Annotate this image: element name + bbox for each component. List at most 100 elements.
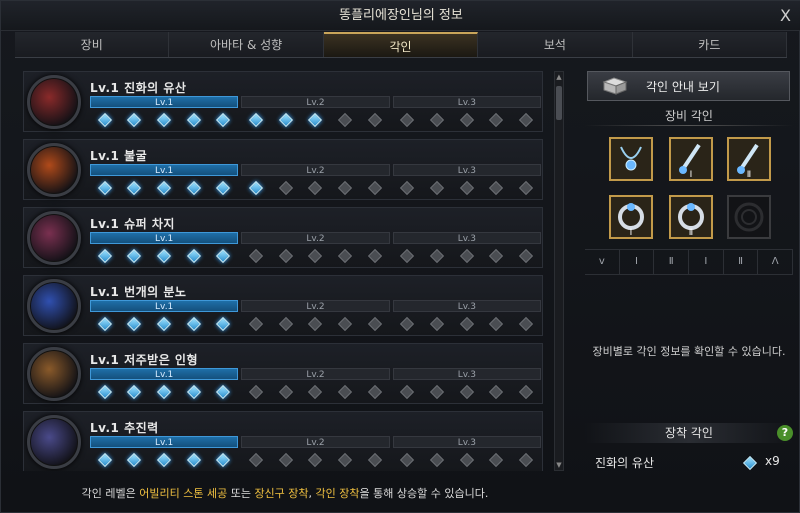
node-inactive-icon [459,112,474,128]
attached-engraving-title: 장착 각인 [585,423,793,443]
node-inactive-icon [489,248,504,264]
node-inactive-icon [249,384,264,400]
slot-ring-1[interactable]: Ⅰ [609,195,653,239]
node-active-icon [97,316,112,332]
node-inactive-icon [249,452,264,468]
node-inactive-icon [400,112,415,128]
node-active-icon [157,452,172,468]
level-segment: Lv.2 [241,300,390,312]
slot-ring-2[interactable]: Ⅱ [669,195,713,239]
necklace-icon [620,146,642,171]
node-inactive-icon [489,316,504,332]
node-inactive-icon [519,384,534,400]
node-active-icon [216,384,231,400]
level-segment: Lv.1 [90,96,239,108]
engraving-card[interactable]: Lv.1 추진력 Lv.1 Lv.2 Lv.3 [23,411,543,471]
node-inactive-icon [430,112,445,128]
engraving-nodes [90,316,543,332]
node-active-icon [186,316,201,332]
close-button[interactable]: X [780,1,791,31]
node-inactive-icon [400,180,415,196]
level-segment: Lv.3 [392,368,541,380]
engraving-card[interactable]: Lv.1 저주받은 인형 Lv.1 Lv.2 Lv.3 [23,343,543,404]
scroll-down-icon[interactable]: ▼ [555,460,563,470]
engraving-orb-icon [27,143,81,197]
engraving-card[interactable]: Lv.1 번개의 분노 Lv.1 Lv.2 Lv.3 [23,275,543,336]
engraving-orb-icon [27,415,81,469]
node-inactive-icon [278,452,293,468]
node-inactive-icon [367,384,382,400]
slot-necklace[interactable] [609,137,653,181]
footer-hint: 각인 레벨은 어빌리티 스톤 세공 또는 장신구 장착, 각인 장착을 통해 상… [1,485,569,501]
earring-icon: Ⅱ [737,143,759,180]
necklace-type-icon: ⅴ [585,250,620,274]
footer-highlight-equip: 각인 장착 [315,487,360,500]
title-bar: 똥플리에장인님의 정보 X [1,1,800,31]
engraving-card[interactable]: Lv.1 진화의 유산 Lv.1 Lv.2 Lv.3 [23,71,543,132]
scroll-thumb[interactable] [556,86,562,120]
node-active-icon [127,316,142,332]
tab-avatar[interactable]: 아바타 & 성향 [169,32,324,57]
stone-placeholder-icon [734,202,764,232]
level-segment: Lv.2 [241,164,390,176]
guide-label: 각인 안내 보기 [646,80,720,94]
help-icon[interactable]: ? [777,425,793,441]
ring-icon: Ⅰ [618,203,644,238]
node-inactive-icon [278,180,293,196]
node-inactive-icon [489,112,504,128]
node-active-icon [157,248,172,264]
node-active-icon [97,248,112,264]
attached-engraving-name: 진화의 유산 [595,456,655,470]
tab-equipment[interactable]: 장비 [15,32,170,57]
node-active-icon [127,248,142,264]
node-active-icon [157,112,172,128]
level-segment: Lv.2 [241,436,390,448]
node-inactive-icon [338,248,353,264]
node-active-icon [186,112,201,128]
level-segment: Lv.1 [90,164,239,176]
tab-gem[interactable]: 보석 [478,32,633,57]
engraving-guide-button[interactable]: 각인 안내 보기 [587,71,790,101]
level-segment: Lv.3 [392,232,541,244]
window-title: 똥플리에장인님의 정보 [339,8,463,23]
node-active-icon [249,180,264,196]
slot-ability-stone[interactable] [727,195,771,239]
node-inactive-icon [459,384,474,400]
level-segment: Lv.2 [241,96,390,108]
node-active-icon [186,180,201,196]
slot-type-row: ⅴ Ⅰ Ⅱ Ⅰ Ⅱ Λ [585,249,794,275]
footer-text-2: 또는 [227,487,255,500]
scroll-up-icon[interactable]: ▲ [555,72,563,82]
engraving-name: Lv.1 저주받은 인형 [90,353,198,367]
scrollbar[interactable]: ▲ ▼ [554,71,564,471]
node-inactive-icon [338,112,353,128]
level-segment: Lv.2 [241,368,390,380]
node-active-icon [97,180,112,196]
node-active-icon [249,112,264,128]
stone-type-icon: Λ [758,250,794,274]
engraving-name: Lv.1 번개의 분노 [90,285,187,299]
divider [585,125,793,126]
slot-earring-1[interactable]: Ⅰ [669,137,713,181]
node-active-icon [127,452,142,468]
node-inactive-icon [338,384,353,400]
engraving-nodes [90,384,543,400]
node-inactive-icon [367,248,382,264]
slot-earring-2[interactable]: Ⅱ [727,137,771,181]
node-active-icon [186,452,201,468]
engraving-card[interactable]: Lv.1 불굴 Lv.1 Lv.2 Lv.3 [23,139,543,200]
tab-engraving[interactable]: 각인 [323,32,479,57]
level-segment: Lv.3 [392,436,541,448]
tab-card[interactable]: 카드 [632,32,788,57]
equip-engraving-title: 장비 각인 [665,109,713,123]
node-inactive-icon [367,316,382,332]
gem-icon [742,455,758,471]
node-active-icon [216,180,231,196]
level-bar: Lv.1 Lv.2 Lv.3 [90,436,543,448]
node-active-icon [157,180,172,196]
engraving-orb-icon [27,75,81,129]
engraving-card[interactable]: Lv.1 슈퍼 차지 Lv.1 Lv.2 Lv.3 [23,207,543,268]
node-inactive-icon [519,248,534,264]
node-inactive-icon [308,180,323,196]
node-inactive-icon [249,316,264,332]
